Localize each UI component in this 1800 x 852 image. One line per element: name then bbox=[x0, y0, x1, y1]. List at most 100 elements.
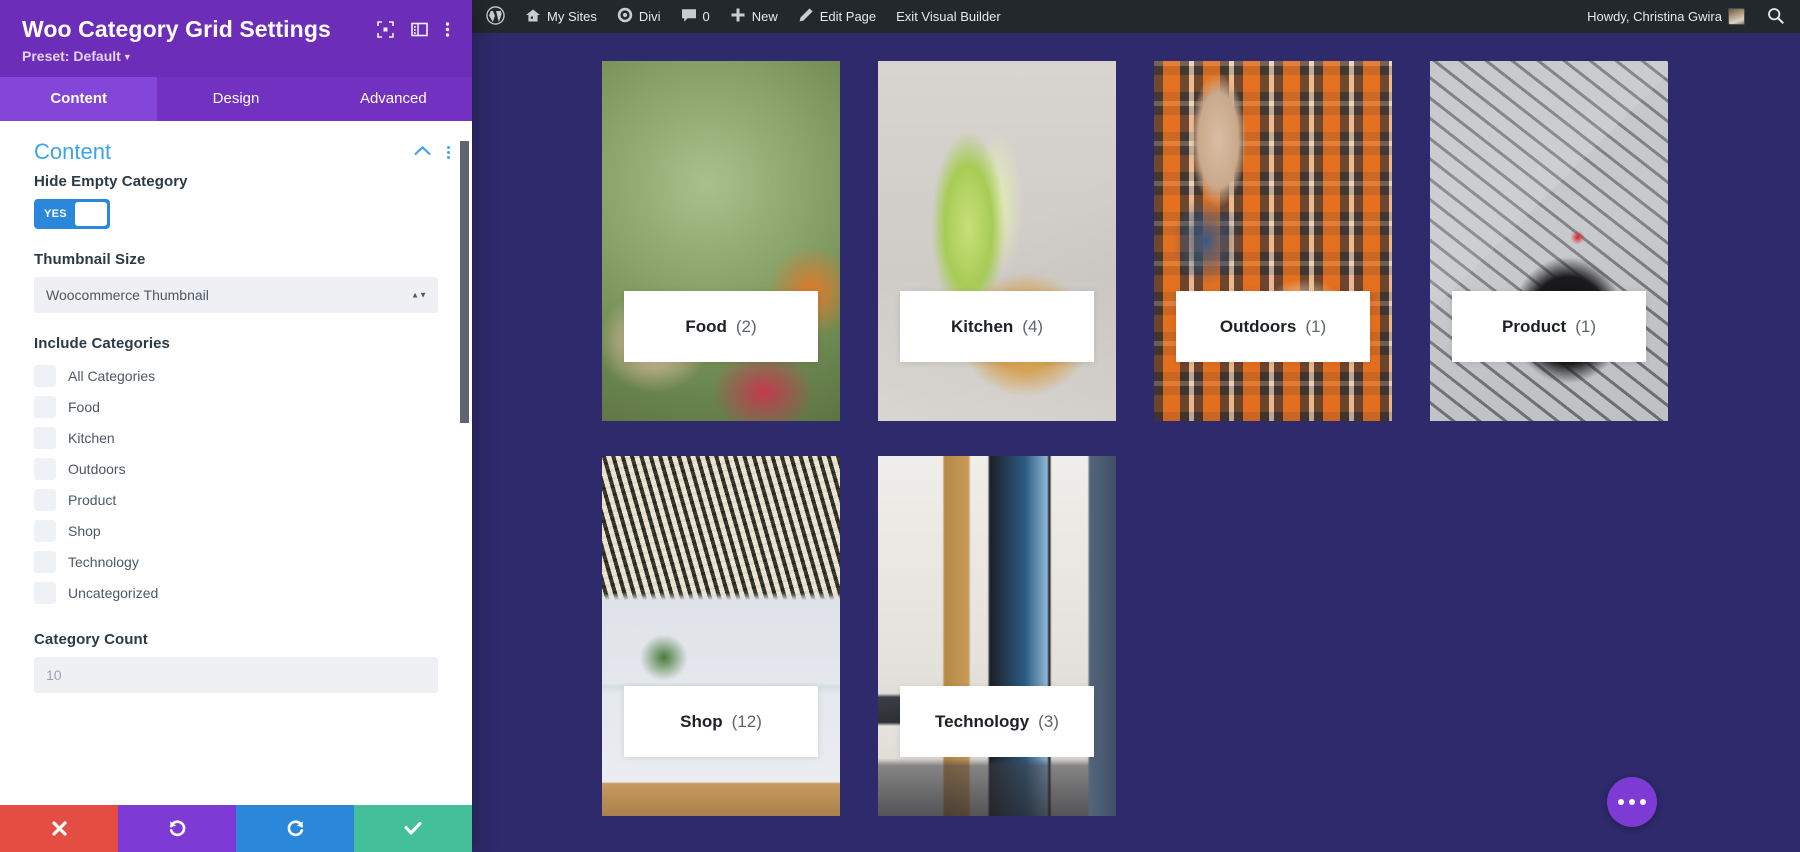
adminbar-item-edit-page[interactable]: Edit Page bbox=[788, 0, 886, 33]
checkbox-icon[interactable] bbox=[34, 396, 56, 418]
checkbox-label: All Categories bbox=[68, 368, 156, 384]
category-name: Kitchen bbox=[950, 316, 1014, 336]
checkbox-icon[interactable] bbox=[34, 427, 56, 449]
adminbar-item-wordpress[interactable] bbox=[472, 0, 515, 33]
adminbar-label: My Sites bbox=[547, 9, 597, 24]
category-count: (12) bbox=[731, 711, 762, 731]
checkbox-label: Shop bbox=[68, 523, 101, 539]
checkbox-row-kitchen[interactable]: Kitchen bbox=[34, 423, 438, 454]
checkbox-label: Product bbox=[68, 492, 117, 508]
chevron-up-icon[interactable] bbox=[414, 143, 431, 161]
wordpress-logo-icon bbox=[486, 5, 505, 28]
adminbar-item-comments[interactable]: 0 bbox=[671, 0, 720, 33]
category-name: Technology bbox=[935, 711, 1030, 731]
checkbox-row-shop[interactable]: Shop bbox=[34, 516, 438, 547]
ellipsis-icon-dot bbox=[1618, 799, 1624, 805]
category-thumbnail bbox=[878, 456, 1116, 816]
settings-scroll-area: Content Hide Empty Category YES Thumbnai… bbox=[0, 121, 472, 805]
settings-panel-header: Woo Category Grid Settings Preset: Defau… bbox=[0, 0, 472, 77]
checkbox-row-uncategorized[interactable]: Uncategorized bbox=[34, 578, 438, 609]
checkbox-icon[interactable] bbox=[34, 365, 56, 387]
visual-builder-canvas: Food (2) Kitchen (4) Outdoors (1) Produc… bbox=[472, 33, 1800, 852]
checkbox-label: Technology bbox=[68, 554, 139, 570]
checkbox-row-product[interactable]: Product bbox=[34, 485, 438, 516]
category-card-shop[interactable]: Shop (12) bbox=[602, 456, 840, 816]
category-card-kitchen[interactable]: Kitchen (4) bbox=[878, 61, 1116, 421]
checkbox-row-all-categories[interactable]: All Categories bbox=[34, 361, 438, 392]
cancel-button[interactable] bbox=[0, 805, 118, 852]
content-section-header[interactable]: Content bbox=[0, 121, 472, 173]
hide-empty-category-label: Hide Empty Category bbox=[34, 173, 188, 190]
category-count: (2) bbox=[735, 316, 757, 336]
category-thumbnail bbox=[1154, 61, 1392, 421]
adminbar-label: Edit Page bbox=[819, 9, 877, 24]
category-label-plate: Product (1) bbox=[1452, 291, 1646, 362]
category-card-technology[interactable]: Technology (3) bbox=[878, 456, 1116, 816]
field-category-count: Category Count 10 bbox=[0, 631, 472, 693]
checkbox-row-outdoors[interactable]: Outdoors bbox=[34, 454, 438, 485]
tab-advanced[interactable]: Advanced bbox=[315, 77, 472, 121]
adminbar-search-button[interactable] bbox=[1755, 0, 1800, 33]
category-count: (3) bbox=[1038, 711, 1059, 731]
wp-admin-bar: My Sites Divi 0 New Edit Page Exit Visua… bbox=[472, 0, 1800, 33]
category-thumbnail bbox=[602, 456, 840, 816]
category-thumbnail bbox=[602, 61, 840, 421]
panel-layout-icon[interactable] bbox=[411, 21, 428, 43]
field-hide-empty-category: Hide Empty Category YES bbox=[0, 173, 472, 229]
tab-design[interactable]: Design bbox=[157, 77, 314, 121]
category-count-input[interactable]: 10 bbox=[34, 657, 438, 693]
avatar bbox=[1728, 8, 1745, 25]
checkbox-row-technology[interactable]: Technology bbox=[34, 547, 438, 578]
thumbnail-size-select[interactable]: Woocommerce Thumbnail ▲▼ bbox=[34, 277, 438, 313]
hide-empty-category-toggle[interactable]: YES bbox=[34, 199, 110, 229]
category-count-label: Category Count bbox=[34, 631, 148, 648]
app-root: Woo Category Grid Settings Preset: Defau… bbox=[0, 0, 1800, 852]
preset-selector[interactable]: Preset: Default ▼ bbox=[22, 48, 450, 64]
checkbox-icon[interactable] bbox=[34, 458, 56, 480]
save-button[interactable] bbox=[354, 805, 472, 852]
tab-content[interactable]: Content bbox=[0, 77, 158, 121]
page-settings-fab[interactable] bbox=[1607, 777, 1657, 827]
category-card-food[interactable]: Food (2) bbox=[602, 61, 840, 421]
category-label-plate: Technology (3) bbox=[900, 686, 1094, 757]
adminbar-label: 0 bbox=[702, 9, 710, 24]
redo-button[interactable] bbox=[236, 805, 354, 852]
category-card-outdoors[interactable]: Outdoors (1) bbox=[1154, 61, 1392, 421]
panel-scrollbar-thumb[interactable] bbox=[460, 141, 469, 423]
settings-panel-body: Content Hide Empty Category YES Thumbnai… bbox=[0, 121, 472, 805]
checkbox-icon[interactable] bbox=[34, 520, 56, 542]
pencil-icon bbox=[798, 7, 814, 26]
more-options-icon[interactable] bbox=[445, 21, 450, 43]
checkbox-row-food[interactable]: Food bbox=[34, 392, 438, 423]
field-thumbnail-size: Thumbnail Size Woocommerce Thumbnail ▲▼ bbox=[0, 251, 472, 313]
category-card-product[interactable]: Product (1) bbox=[1430, 61, 1668, 421]
adminbar-label: Divi bbox=[638, 9, 661, 24]
category-name: Outdoors bbox=[1219, 316, 1297, 336]
thumbnail-size-label: Thumbnail Size bbox=[34, 251, 146, 268]
checkbox-icon[interactable] bbox=[34, 489, 56, 511]
category-count-value: 10 bbox=[46, 667, 62, 683]
undo-button[interactable] bbox=[118, 805, 236, 852]
include-categories-label: Include Categories bbox=[34, 335, 171, 352]
include-categories-list: All Categories Food Kitchen Outdoors Pro… bbox=[34, 361, 438, 609]
category-label-plate: Shop (12) bbox=[624, 686, 818, 757]
category-thumbnail bbox=[878, 61, 1116, 421]
expand-icon[interactable] bbox=[377, 21, 394, 43]
adminbar-item-divi[interactable]: Divi bbox=[607, 0, 671, 33]
adminbar-item-howdy[interactable]: Howdy, Christina Gwira bbox=[1577, 0, 1755, 33]
category-count: (1) bbox=[1575, 316, 1596, 336]
adminbar-item-exit-visual-builder[interactable]: Exit Visual Builder bbox=[886, 0, 1011, 33]
module-settings-panel: Woo Category Grid Settings Preset: Defau… bbox=[0, 0, 472, 852]
plus-icon bbox=[730, 7, 746, 26]
category-label-plate: Outdoors (1) bbox=[1176, 291, 1370, 362]
adminbar-item-new[interactable]: New bbox=[720, 0, 788, 33]
checkbox-icon[interactable] bbox=[34, 551, 56, 573]
checkbox-icon[interactable] bbox=[34, 582, 56, 604]
panel-scrollbar-track[interactable] bbox=[460, 121, 469, 805]
toggle-knob bbox=[74, 202, 107, 226]
more-options-icon[interactable] bbox=[447, 145, 450, 159]
adminbar-label: Exit Visual Builder bbox=[896, 9, 1001, 24]
toggle-value-label: YES bbox=[44, 208, 67, 220]
adminbar-item-my-sites[interactable]: My Sites bbox=[515, 0, 607, 33]
settings-header-icons bbox=[377, 16, 450, 43]
